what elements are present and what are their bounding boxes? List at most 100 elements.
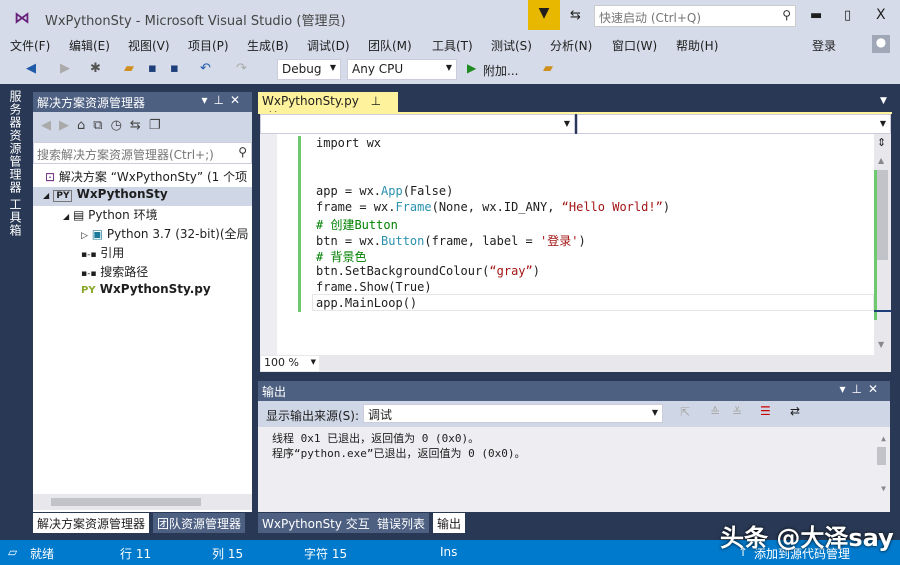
scroll-down-icon[interactable]: ▼ [881, 481, 886, 496]
open-file-icon[interactable]: ▰ [124, 61, 134, 76]
editor-bottom-bar: 100 % ▼ [260, 355, 891, 372]
class-dropdown[interactable]: ▼ [260, 114, 575, 134]
scroll-up-icon[interactable]: ▲ [881, 431, 886, 446]
panel-window-controls[interactable]: ▾⊥✕ [839, 382, 884, 396]
member-dropdown[interactable]: ▼ [577, 114, 891, 134]
tree-item-python-env[interactable]: ◢ ▤ Python 环境 [63, 206, 158, 225]
minimize-button[interactable]: ▬ [810, 8, 822, 23]
status-line: 行 11 [120, 547, 152, 561]
horizontal-scrollbar[interactable] [33, 494, 252, 510]
solution-search-input[interactable]: 搜索解决方案资源管理器(Ctrl+;) ⚲ [33, 142, 252, 164]
tree-item-label: WxPythonSty.py [99, 282, 211, 296]
new-project-icon[interactable]: ✱ [90, 61, 101, 76]
menu-tools[interactable]: 工具(T) [432, 37, 473, 54]
split-icon[interactable]: ⇕ [877, 136, 886, 149]
find-in-files-icon[interactable]: ▰ [543, 61, 553, 76]
scrollbar-thumb[interactable] [51, 498, 201, 506]
save-icon[interactable]: ▪ [148, 61, 157, 76]
code-line: btn = wx.Button(frame, label = '登录') [316, 232, 586, 248]
back-icon[interactable]: ◀ [26, 61, 36, 76]
redo-icon[interactable]: ↷ [236, 61, 247, 76]
scroll-up-icon[interactable]: ▲ [878, 156, 884, 165]
code-line: import wx [316, 136, 381, 152]
forward-icon[interactable]: ▶ [60, 61, 70, 76]
platform-select[interactable]: Any CPU ▼ [347, 59, 457, 80]
server-explorer-tab[interactable]: 服务器资源管理器 [6, 90, 24, 194]
tree-item-search-paths[interactable]: ▪-▪ 搜索路径 [81, 263, 148, 282]
menu-debug[interactable]: 调试(D) [307, 37, 350, 54]
tree-item-file[interactable]: PY WxPythonSty.py [81, 282, 211, 301]
scrollbar-thumb[interactable] [877, 447, 886, 465]
solution-explorer-header: 解决方案资源管理器 ▾⊥✕ [33, 92, 252, 112]
clear-all-icon[interactable]: ☰ [760, 404, 771, 418]
notification-flag-icon[interactable]: ▼ [528, 0, 560, 30]
output-text[interactable]: 线程 0x1 已退出，返回值为 0 (0x0)。 程序“python.exe”已… [258, 427, 890, 510]
menu-analyze[interactable]: 分析(N) [550, 37, 592, 54]
tab-solution-explorer[interactable]: 解决方案资源管理器 [33, 513, 150, 533]
previous-message-icon[interactable]: ≙ [710, 405, 720, 419]
tab-error-list[interactable]: 错误列表 [373, 513, 430, 533]
menu-window[interactable]: 窗口(W) [612, 37, 657, 54]
word-wrap-icon[interactable]: ⇄ [790, 404, 800, 418]
zoom-select[interactable]: 100 % ▼ [261, 356, 319, 371]
tree-item-references[interactable]: ▪-▪ 引用 [81, 244, 124, 263]
code-line: btn.SetBackgroundColour(“gray”) [316, 264, 540, 280]
tree-item-project[interactable]: ◢ PY WxPythonSty [33, 187, 252, 206]
pending-changes-icon[interactable]: ◷ [111, 118, 130, 133]
python-file-icon: PY [81, 285, 96, 296]
sign-in-link[interactable]: 登录 [812, 37, 836, 54]
feedback-icon[interactable]: ⇆ [570, 8, 581, 23]
tab-output[interactable]: 输出 [433, 513, 466, 533]
menu-test[interactable]: 测试(S) [491, 37, 532, 54]
menu-team[interactable]: 团队(M) [368, 37, 412, 54]
menu-edit[interactable]: 编辑(E) [69, 37, 110, 54]
home-icon[interactable]: ⌂ [77, 118, 93, 133]
scroll-down-icon[interactable]: ▼ [878, 340, 884, 349]
menu-project[interactable]: 项目(P) [188, 37, 229, 54]
output-toolbar: 显示输出来源(S): 调试 ▼ ⇱ ≙ ≚ ☰ ⇄ [258, 401, 890, 427]
editor-tab[interactable]: WxPythonSty.py ⊥ ✕ [258, 92, 398, 122]
menu-view[interactable]: 视图(V) [128, 37, 170, 54]
output-source-select[interactable]: 调试 ▼ [363, 404, 663, 423]
undo-icon[interactable]: ↶ [200, 61, 211, 76]
code-line: frame.Show(True) [316, 280, 432, 296]
start-icon[interactable]: ▶ [467, 61, 476, 75]
chevron-down-icon: ▼ [445, 63, 452, 72]
code-line: frame = wx.Frame(None, wx.ID_ANY, “Hello… [316, 200, 670, 216]
solution-explorer-toolbar: ◀▶⌂⧉◷⇆❐ [33, 112, 252, 142]
code-token: (frame, label = [424, 234, 540, 248]
save-all-icon[interactable]: ▪ [170, 61, 179, 76]
tab-interactive[interactable]: WxPythonSty 交互 [258, 513, 374, 533]
editor-vertical-scrollbar[interactable]: ⇕ ▲ ▼ [874, 134, 891, 355]
avatar[interactable]: ● [872, 35, 890, 53]
goto-line-icon[interactable]: ⇱ [680, 405, 690, 419]
tree-item-interpreter[interactable]: ▷ ▣ Python 3.7 (32-bit)(全局 [81, 225, 249, 244]
next-message-icon[interactable]: ≚ [732, 405, 742, 419]
pin-icon[interactable]: ⊥ [371, 94, 381, 108]
tab-overflow-icon[interactable]: ▼ [880, 96, 887, 106]
scrollbar-thumb[interactable] [877, 170, 888, 260]
sync-with-document-icon[interactable]: ⇆ [130, 118, 149, 133]
references-icon: ▪-▪ [81, 250, 97, 260]
menu-build[interactable]: 生成(B) [247, 37, 289, 54]
forward-icon[interactable]: ▶ [59, 118, 77, 133]
output-source-value: 调试 [368, 408, 393, 422]
back-icon[interactable]: ◀ [41, 118, 59, 133]
tree-item-solution[interactable]: ⊡ 解决方案 “WxPythonSty” (1 个项 [45, 168, 247, 187]
quick-launch-input[interactable]: 快速启动 (Ctrl+Q) ⚲ [594, 5, 796, 27]
panel-window-controls[interactable]: ▾⊥✕ [201, 93, 246, 107]
attach-button[interactable]: 附加... [483, 62, 518, 79]
sync-icon[interactable]: ⧉ [93, 118, 110, 133]
collapse-all-icon[interactable]: ❐ [149, 118, 169, 133]
standard-toolbar: ◀ ▶ ✱ ▰ ▪ ▪ ↶ ↷ Debug ▼ Any CPU ▼ ▶ 附加... … [0, 56, 900, 84]
toolbox-tab[interactable]: 工具箱 [6, 198, 24, 237]
menu-help[interactable]: 帮助(H) [676, 37, 718, 54]
maximize-button[interactable]: ▯ [844, 8, 851, 23]
tab-team-explorer[interactable]: 团队资源管理器 [153, 513, 246, 533]
configuration-select[interactable]: Debug ▼ [277, 59, 341, 80]
title-bar: ⋈ WxPythonSty - Microsoft Visual Studio … [0, 0, 900, 34]
menu-file[interactable]: 文件(F) [10, 37, 50, 54]
close-button[interactable]: X [876, 7, 886, 23]
menu-bar: 文件(F) 编辑(E) 视图(V) 项目(P) 生成(B) 调试(D) 团队(M… [0, 34, 900, 56]
code-token: “gray” [489, 264, 533, 278]
